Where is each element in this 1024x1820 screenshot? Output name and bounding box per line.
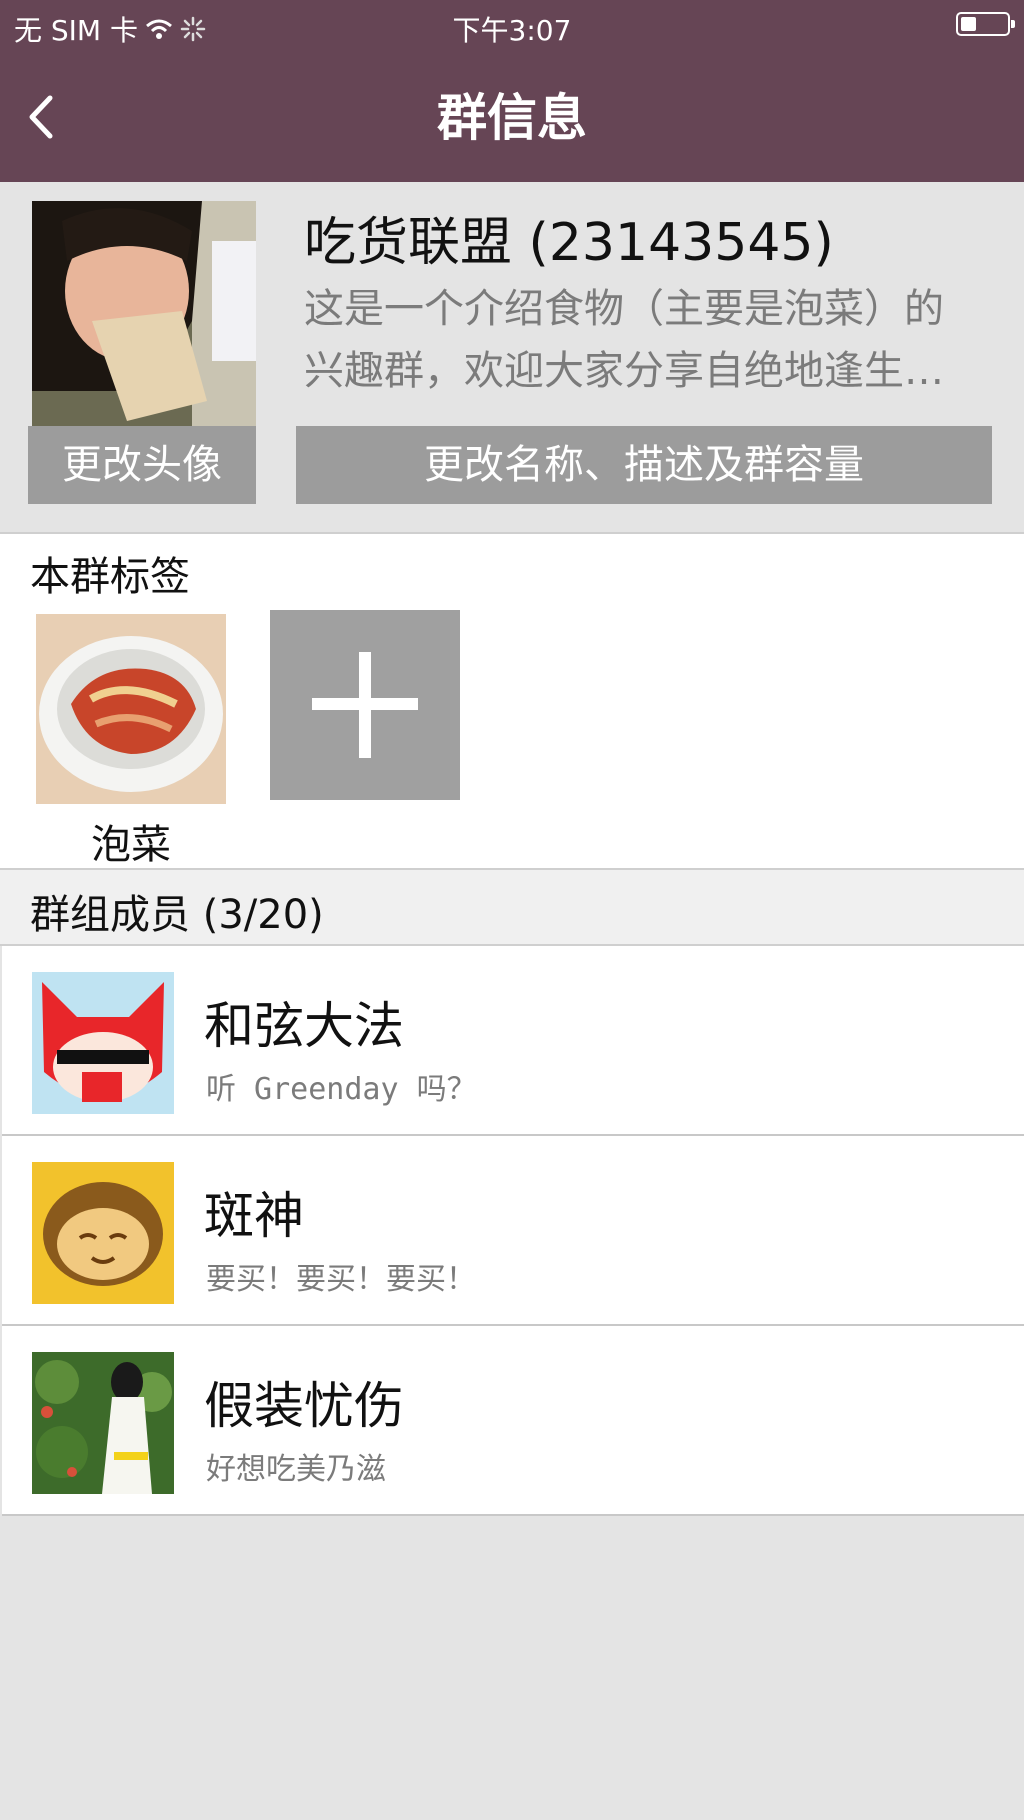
group-tags-section: 本群标签 泡菜 xyxy=(0,532,1024,870)
add-tag-button[interactable] xyxy=(270,610,460,800)
member-name: 假装忧伤 xyxy=(204,1377,404,1435)
group-description-line: 这是一个介绍食物（主要是泡菜）的 xyxy=(304,286,944,332)
group-avatar[interactable] xyxy=(32,201,256,429)
battery-nub xyxy=(1011,20,1015,28)
status-bar: 无 SIM 卡 下午3:07 xyxy=(0,0,1024,52)
status-time: 下午3:07 xyxy=(452,14,572,47)
group-description: 这是一个介绍食物（主要是泡菜）的 兴趣群，欢迎大家分享自绝地逢生… xyxy=(304,278,994,402)
edit-group-info-button[interactable]: 更改名称、描述及群容量 xyxy=(296,426,992,504)
member-status: 好想吃美乃滋 xyxy=(206,1452,386,1487)
change-avatar-button[interactable]: 更改头像 xyxy=(28,426,256,504)
nav-bar: 群信息 xyxy=(0,52,1024,182)
member-avatar xyxy=(32,972,174,1114)
members-header: 群组成员 (3/20) xyxy=(0,870,1024,944)
battery-icon xyxy=(956,12,1015,36)
member-row[interactable]: 假装忧伤 好想吃美乃滋 xyxy=(2,1326,1024,1516)
member-name: 斑神 xyxy=(204,1187,304,1245)
member-status: 要买！要买！要买！ xyxy=(206,1262,476,1297)
group-description-line: 兴趣群，欢迎大家分享自绝地逢生… xyxy=(304,348,944,394)
member-list: 和弦大法 听 Greenday 吗？ 斑神 要买！要买！要买！ 假装忧伤 好想吃… xyxy=(0,944,1024,1516)
group-avatar-photo xyxy=(32,201,256,429)
battery-fill xyxy=(961,17,976,31)
page-title: 群信息 xyxy=(437,89,587,147)
member-status: 听 Greenday 吗？ xyxy=(206,1072,477,1107)
member-avatar xyxy=(32,1352,174,1494)
tag-label: 泡菜 xyxy=(91,822,171,868)
tag-image xyxy=(36,614,226,804)
member-avatar xyxy=(32,1162,174,1304)
plus-icon xyxy=(312,652,418,758)
member-name: 和弦大法 xyxy=(204,997,404,1055)
members-section-title: 群组成员 (3/20) xyxy=(30,892,324,938)
member-row[interactable]: 斑神 要买！要买！要买！ xyxy=(2,1136,1024,1326)
group-name: 吃货联盟 (23143545) xyxy=(304,213,834,273)
tags-section-title: 本群标签 xyxy=(30,554,190,600)
member-row[interactable]: 和弦大法 听 Greenday 吗？ xyxy=(2,946,1024,1136)
group-info-card: 更改头像 吃货联盟 (23143545) 这是一个介绍食物（主要是泡菜）的 兴趣… xyxy=(0,182,1024,532)
tag-item[interactable]: 泡菜 xyxy=(36,614,226,870)
